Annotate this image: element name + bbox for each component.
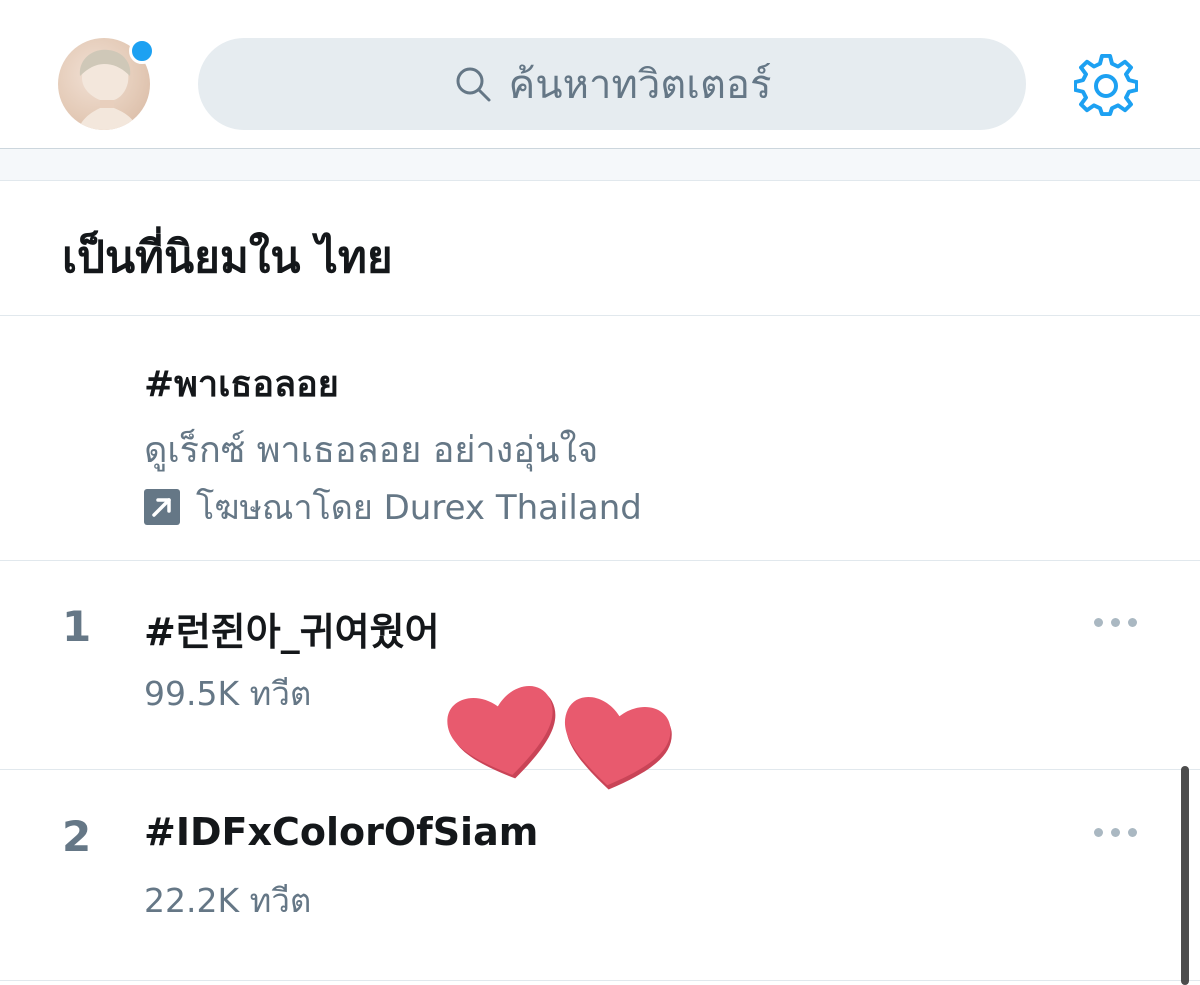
page-title: เป็นที่นิยมใน ไทย <box>62 232 393 283</box>
divider <box>0 315 1200 316</box>
notification-dot <box>129 38 155 64</box>
promoted-hashtag[interactable]: #พาเธอลอย <box>144 355 339 412</box>
gear-icon[interactable] <box>1074 54 1138 118</box>
search-placeholder: ค้นหาทวิตเตอร์ <box>508 62 772 108</box>
trend-tweet-count: 99.5K ทวีต <box>144 674 312 713</box>
promoted-description: ดูเร็กซ์ พาเธอลอย อย่างอุ่นใจ <box>144 430 599 471</box>
promoted-sponsor: โฆษณาโดย Durex Thailand <box>196 488 642 528</box>
trend-tweet-count: 22.2K ทวีต <box>144 881 312 920</box>
promoted-arrow-icon <box>144 489 180 525</box>
hearts-sticker <box>447 686 672 790</box>
more-options-icon[interactable] <box>1094 616 1138 628</box>
more-options-icon[interactable] <box>1094 826 1138 838</box>
trend-hashtag[interactable]: #런쥔아_귀여웠어 <box>144 601 440 656</box>
divider <box>0 560 1200 561</box>
trend-hashtag[interactable]: #IDFxColorOfSiam <box>144 810 538 854</box>
search-input[interactable]: ค้นหาทวิตเตอร์ <box>198 38 1026 130</box>
divider <box>0 980 1200 981</box>
section-divider <box>0 148 1200 181</box>
trend-rank: 1 <box>62 602 92 651</box>
search-icon <box>456 67 491 102</box>
scrollbar[interactable] <box>1181 766 1189 985</box>
trend-rank: 2 <box>62 812 92 861</box>
top-bar: ค้นหาทวิตเตอร์ <box>0 0 1200 148</box>
promoted-label: โฆษณาโดย Durex Thailand <box>144 480 642 534</box>
